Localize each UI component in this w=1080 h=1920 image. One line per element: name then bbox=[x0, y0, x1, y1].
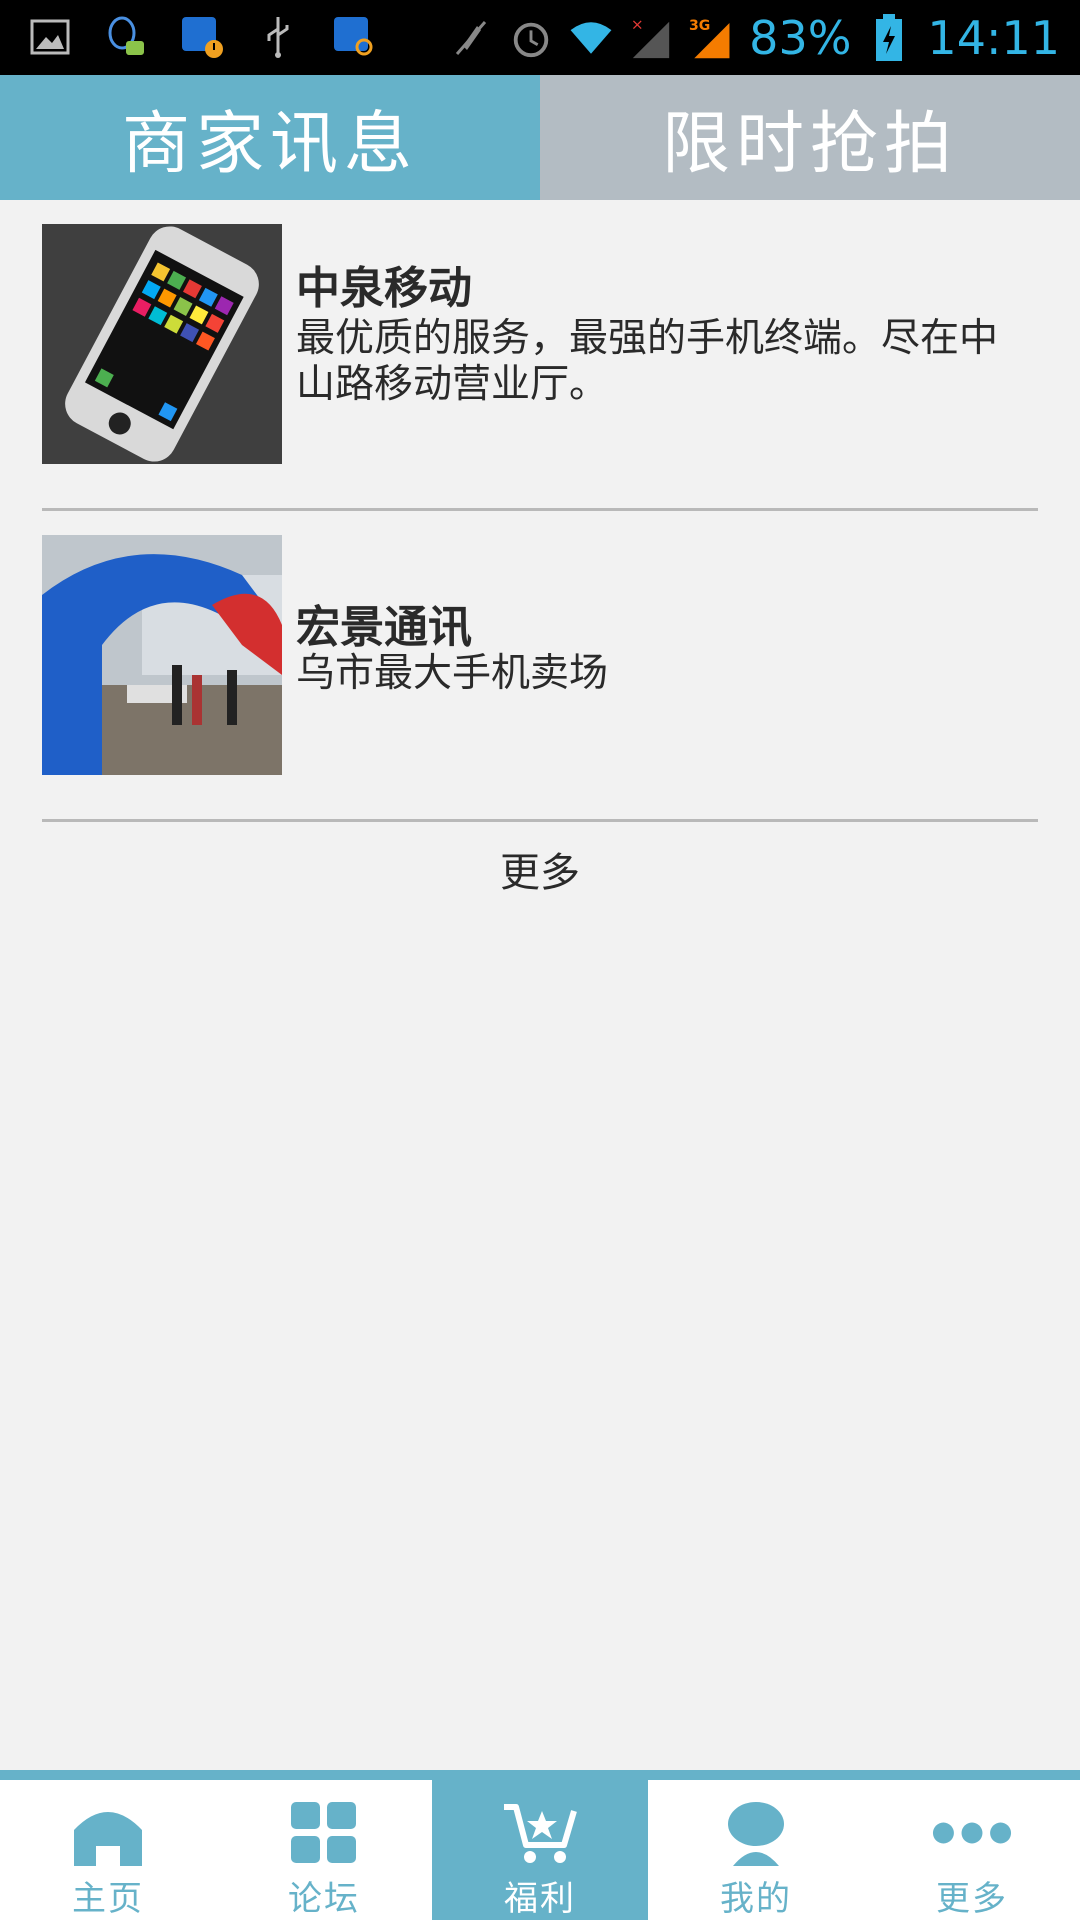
sync-warning-icon bbox=[180, 15, 224, 59]
svg-text:3G: 3G bbox=[689, 18, 710, 34]
qq-notification-icon bbox=[104, 15, 148, 59]
signal-3g-icon: 3G bbox=[689, 16, 733, 60]
user-icon bbox=[716, 1798, 796, 1867]
nav-more[interactable]: 更多 bbox=[864, 1780, 1080, 1920]
merchant-list: 中泉移动 最优质的服务，最强的手机终端。尽在中山路移动营业厅。 宏景通讯 乌市最… bbox=[42, 200, 1038, 822]
system-status-icons: × 3G 83% 14:11 bbox=[449, 8, 1060, 68]
nav-welfare[interactable]: 福利 bbox=[432, 1780, 648, 1920]
list-item[interactable]: 宏景通讯 乌市最大手机卖场 bbox=[42, 511, 1038, 822]
battery-percentage: 83% bbox=[749, 11, 852, 65]
status-bar: × 3G 83% 14:11 bbox=[0, 0, 1080, 75]
merchant-image-phone bbox=[42, 224, 282, 464]
merchant-title: 中泉移动 bbox=[296, 263, 472, 314]
wifi-icon bbox=[569, 16, 613, 60]
tab-flash-sale[interactable]: 限时抢拍 bbox=[540, 75, 1080, 200]
more-button[interactable]: 更多 bbox=[0, 840, 1080, 898]
nav-label-welfare: 福利 bbox=[504, 1879, 576, 1919]
gallery-icon bbox=[28, 15, 72, 59]
home-icon bbox=[68, 1798, 148, 1867]
merchant-description: 最优质的服务，最强的手机终端。尽在中山路移动营业厅。 bbox=[296, 316, 999, 407]
notification-icons bbox=[28, 12, 376, 62]
list-item[interactable]: 中泉移动 最优质的服务，最强的手机终端。尽在中山路移动营业厅。 bbox=[42, 200, 1038, 511]
grid-icon bbox=[284, 1798, 364, 1867]
status-time: 14:11 bbox=[927, 11, 1060, 65]
bottom-nav: 主页 论坛 福利 我的 更多 bbox=[0, 1770, 1080, 1920]
nav-home[interactable]: 主页 bbox=[0, 1780, 216, 1920]
nav-label-mine: 我的 bbox=[720, 1879, 792, 1919]
merchant-title: 宏景通讯 bbox=[296, 602, 472, 653]
signal-no-service-icon: × bbox=[629, 15, 673, 60]
merchant-image-store bbox=[42, 535, 282, 775]
sync-search-icon bbox=[332, 15, 376, 59]
tab-merchant-news[interactable]: 商家讯息 bbox=[0, 75, 540, 200]
svg-text:×: × bbox=[631, 15, 644, 33]
nav-label-more: 更多 bbox=[936, 1879, 1008, 1919]
usb-icon bbox=[256, 15, 300, 59]
vibrate-muted-icon bbox=[449, 16, 493, 60]
nav-mine[interactable]: 我的 bbox=[648, 1780, 864, 1920]
cart-star-icon bbox=[500, 1798, 580, 1867]
alarm-icon bbox=[509, 16, 553, 60]
nav-label-forum: 论坛 bbox=[288, 1879, 360, 1919]
merchant-description: 乌市最大手机卖场 bbox=[296, 651, 609, 696]
nav-label-home: 主页 bbox=[72, 1879, 144, 1919]
nav-forum[interactable]: 论坛 bbox=[216, 1780, 432, 1920]
top-tab-bar: 商家讯息 限时抢拍 bbox=[0, 75, 1080, 200]
battery-charging-icon bbox=[867, 14, 911, 61]
more-dots-icon bbox=[932, 1798, 1012, 1867]
